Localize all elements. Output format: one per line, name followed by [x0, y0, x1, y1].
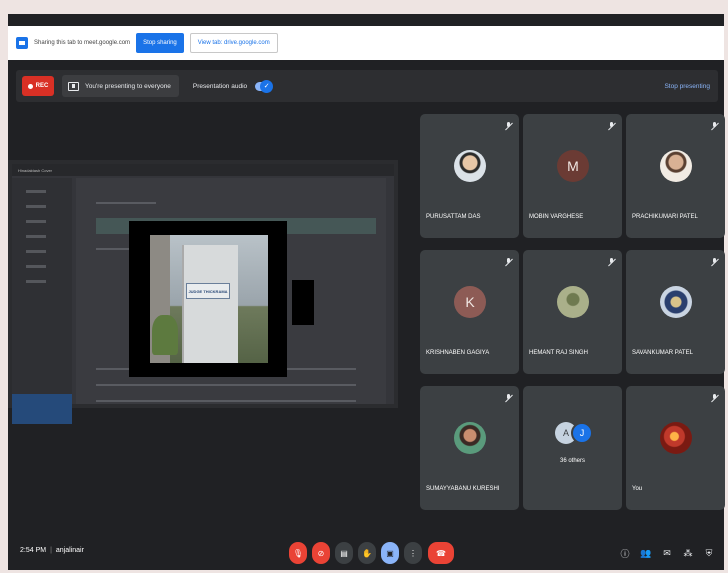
mic-button[interactable]: 🎙 [289, 542, 307, 564]
photo-sign: JUDGE THICKRAMA [186, 283, 230, 299]
raise-hand-button[interactable]: ✋ [358, 542, 376, 564]
avatar [454, 150, 486, 182]
bottom-bar: 2:54 PM | anjalinair 🎙 ⊘ ▤ ✋ ▣ ⋮ ☎ ⓘ 👥 ✉… [8, 530, 724, 570]
participant-tile[interactable]: SUMAYYABANU KURESHI [420, 386, 519, 510]
doc-row [96, 202, 156, 204]
doc-sidebar [12, 178, 72, 404]
camera-button[interactable]: ⊘ [312, 542, 330, 564]
mic-off-icon [608, 258, 616, 266]
avatar: M [557, 150, 589, 182]
presenting-indicator: You're presenting to everyone [62, 75, 179, 97]
presenting-text: You're presenting to everyone [85, 82, 171, 90]
activities-icon[interactable]: ⁂ [683, 548, 693, 558]
mic-off-icon [505, 122, 513, 130]
check-icon: ✓ [260, 79, 274, 93]
avatar [660, 422, 692, 454]
share-message: Sharing this tab to meet.google.com [34, 40, 131, 46]
chat-icon[interactable]: ✉ [662, 548, 672, 558]
participant-name: PRACHIKUMARI PATEL [632, 214, 698, 220]
participant-tile[interactable]: HEMANT RAJ SINGH [523, 250, 622, 374]
sidebar-line [26, 190, 46, 193]
avatar [557, 286, 589, 318]
participant-name: HEMANT RAJ SINGH [529, 350, 588, 356]
captions-button[interactable]: ▤ [335, 542, 353, 564]
sidebar-line [26, 205, 46, 208]
mic-off-icon [711, 394, 719, 402]
participant-name: You [632, 486, 643, 492]
sidebar-line [26, 220, 46, 223]
doc-row [96, 384, 356, 386]
participant-name: SUMAYYABANU KURESHI [426, 486, 500, 492]
sidebar-line [26, 280, 46, 283]
participant-name: MOBIN VARGHESE [529, 214, 584, 220]
recording-badge: REC [22, 76, 54, 96]
others-count: 36 others [559, 458, 586, 464]
present-icon: ▣ [386, 548, 394, 558]
present-screen-icon [68, 81, 79, 91]
presentation-audio-toggle[interactable]: ✓ [255, 79, 274, 93]
info-icon[interactable]: ⓘ [620, 548, 630, 559]
view-tab-button[interactable]: View tab: drive.google.com [189, 33, 278, 53]
image-overlay-side [292, 280, 314, 325]
host-controls-icon[interactable]: ⛨ [704, 548, 714, 558]
more-vert-icon: ⋮ [409, 548, 417, 558]
mic-off-icon [505, 258, 513, 266]
meeting-code: anjalinair [55, 546, 84, 554]
stop-presenting-button[interactable]: Stop presenting [664, 83, 710, 90]
mic-off-icon [711, 122, 719, 130]
record-dot-icon [27, 83, 33, 89]
participant-tile-self[interactable]: You [626, 386, 725, 510]
participant-tile[interactable]: PURUSATTAM DAS [420, 114, 519, 238]
participant-name: PURUSATTAM DAS [426, 214, 481, 220]
tab-share-bar: Sharing this tab to meet.google.com Stop… [8, 26, 724, 60]
present-button[interactable]: ▣ [381, 542, 399, 564]
overlay-photo: JUDGE THICKRAMA [150, 235, 268, 363]
participant-tile[interactable]: SAVANKUMAR PATEL [626, 250, 725, 374]
separator: | [50, 546, 52, 554]
mic-off-icon [608, 122, 616, 130]
presentation-audio-label: Presentation audio [192, 82, 248, 90]
participant-tile[interactable]: K KRISHNABEN GAGIYA [420, 250, 519, 374]
doc-blue-panel [12, 394, 72, 424]
doc-title: Hinadaktash Cover [18, 167, 53, 173]
participant-name: SAVANKUMAR PATEL [632, 350, 693, 356]
avatar [454, 422, 486, 454]
sidebar-line [26, 265, 46, 268]
leave-call-button[interactable]: ☎ [428, 542, 454, 564]
doc-row [96, 400, 356, 402]
more-options-button[interactable]: ⋮ [404, 542, 422, 564]
share-tab-icon [16, 37, 28, 49]
avatar: J [571, 422, 593, 444]
captions-icon: ▤ [340, 548, 348, 558]
people-icon[interactable]: 👥 [640, 548, 651, 558]
mic-off-icon [711, 258, 719, 266]
rec-label: REC [35, 83, 49, 89]
photo-pillar [182, 245, 238, 363]
sidebar-line [26, 235, 46, 238]
avatar [660, 150, 692, 182]
sidebar-line [26, 250, 46, 253]
doc-toolbar: Hinadaktash Cover [12, 164, 394, 176]
photo-tree [152, 315, 178, 355]
hand-icon: ✋ [362, 548, 372, 558]
avatar: K [454, 286, 486, 318]
participant-name: KRISHNABEN GAGIYA [426, 350, 490, 356]
presenting-bar: REC You're presenting to everyone Presen… [16, 70, 718, 102]
phone-hangup-icon: ☎ [436, 548, 446, 558]
clock: 2:54 PM [20, 546, 47, 554]
others-tile[interactable]: A J 36 others [523, 386, 622, 510]
camera-off-icon: ⊘ [317, 548, 325, 558]
mic-off-icon [505, 394, 513, 402]
participant-tile[interactable]: M MOBIN VARGHESE [523, 114, 622, 238]
mic-off-icon: 🎙 [292, 548, 304, 558]
stop-sharing-button[interactable]: Stop sharing [136, 33, 184, 53]
avatar [660, 286, 692, 318]
participant-tile[interactable]: PRACHIKUMARI PATEL [626, 114, 725, 238]
